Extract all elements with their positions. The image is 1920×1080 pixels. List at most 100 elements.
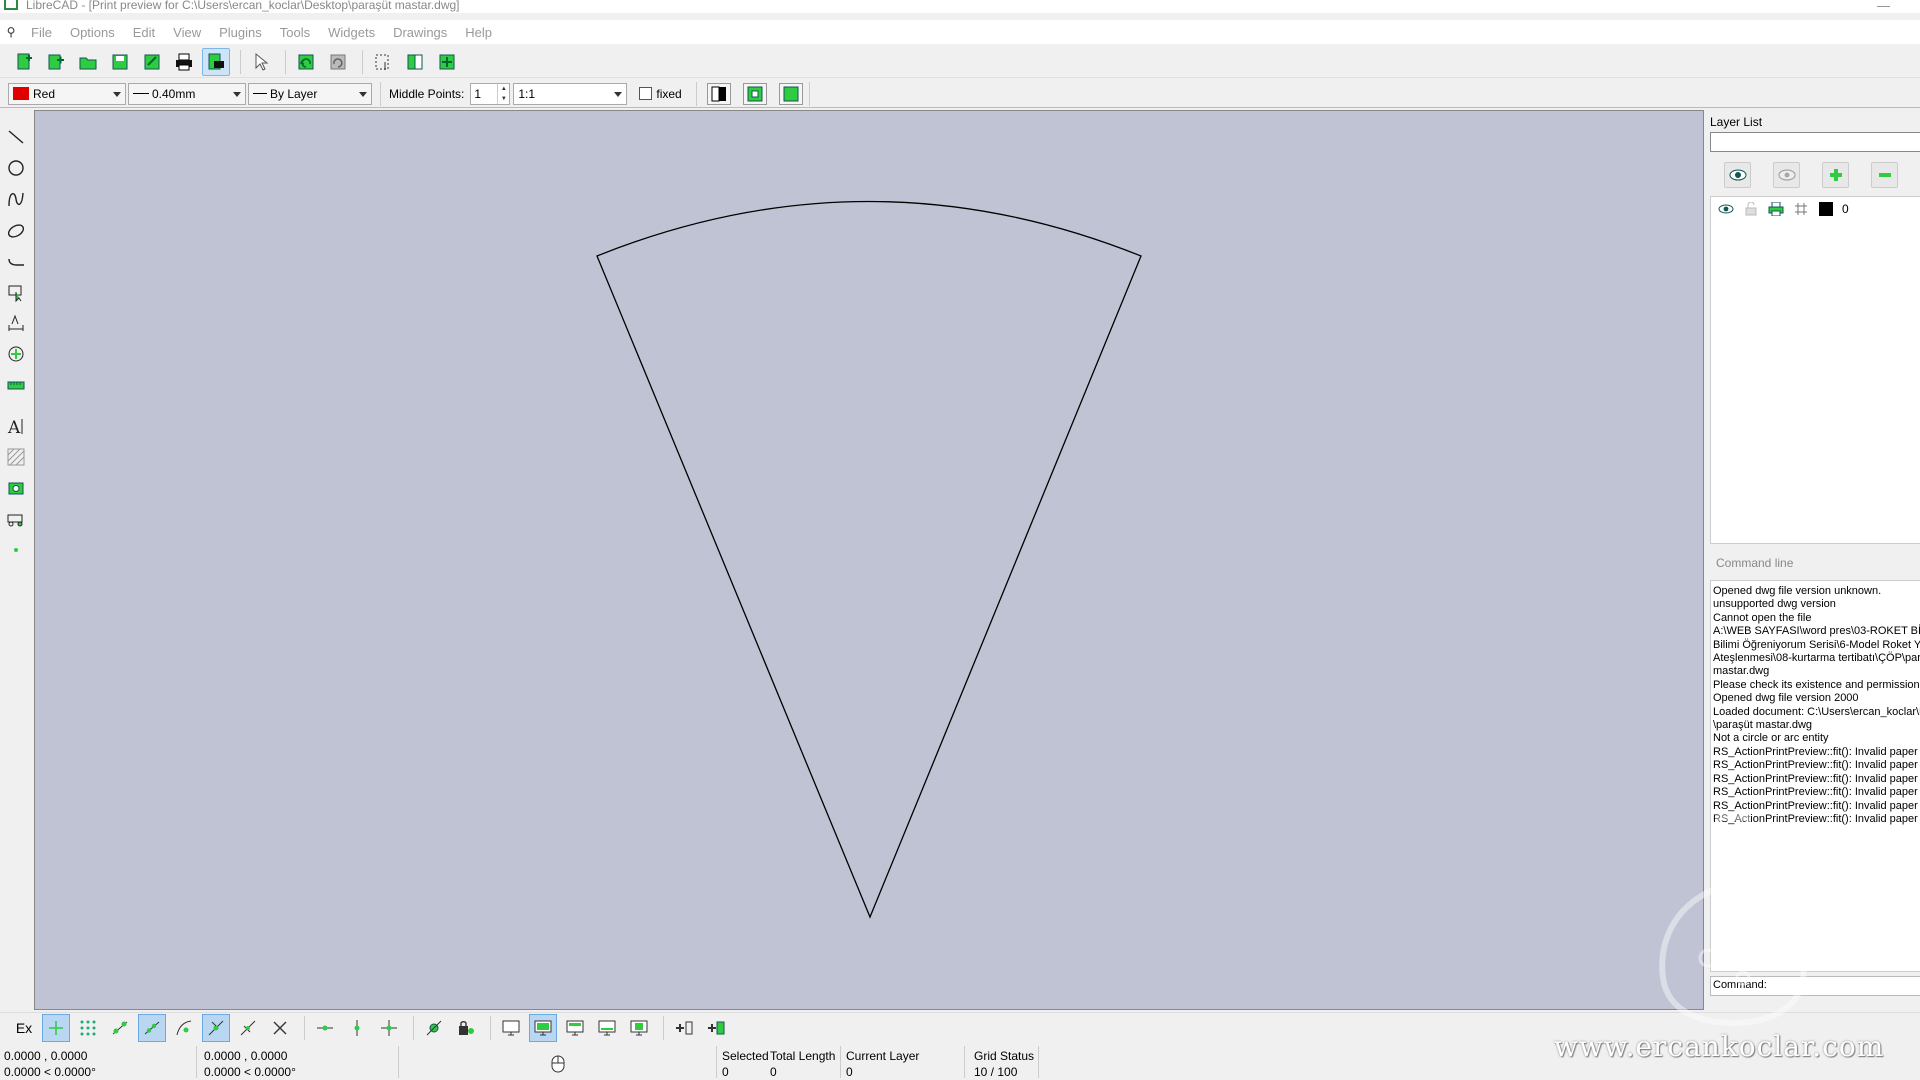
spin-arrows-icon[interactable]: ▲ ▼ — [497, 83, 509, 104]
ellipse-tool-button[interactable] — [3, 217, 29, 243]
print-preview-sys-icon[interactable]: ⚲ — [0, 25, 22, 39]
line-tool-button[interactable] — [3, 124, 29, 150]
print-button[interactable] — [170, 48, 198, 76]
snap-center-button[interactable] — [170, 1014, 198, 1042]
view-fullscreen-button[interactable] — [625, 1014, 653, 1042]
menu-edit[interactable]: Edit — [124, 25, 164, 40]
modify-tool-button[interactable] — [3, 341, 29, 367]
line-width-value: 0.40mm — [152, 86, 196, 101]
select-tool-button[interactable] — [3, 279, 29, 305]
command-history-line: Opened dwg file version 2000 — [1713, 692, 1859, 705]
drawing-canvas[interactable] — [34, 110, 1704, 1010]
pointer-arrow-icon — [255, 52, 269, 71]
exclusive-snap-button[interactable]: Ex — [10, 1014, 38, 1042]
layer-construction-toggle[interactable] — [1792, 201, 1810, 217]
menu-help[interactable]: Help — [456, 25, 501, 40]
menu-view[interactable]: View — [164, 25, 210, 40]
view-draft-button[interactable] — [497, 1014, 525, 1042]
fixed-checkbox[interactable] — [639, 87, 653, 100]
layer-row[interactable]: 0 — [1711, 197, 1920, 221]
polyline-tool-button[interactable] — [3, 248, 29, 274]
view-grid-button[interactable] — [561, 1014, 589, 1042]
layer-color-swatch[interactable] — [1817, 201, 1835, 217]
snap-distance-button[interactable] — [234, 1014, 262, 1042]
menu-tools[interactable]: Tools — [271, 25, 319, 40]
view-statusbar-button[interactable] — [593, 1014, 621, 1042]
restrict-vertical-button[interactable] — [343, 1014, 371, 1042]
curve-tool-button[interactable] — [3, 186, 29, 212]
center-page-button[interactable] — [742, 82, 767, 105]
print-preview-icon — [208, 53, 224, 69]
layer-lock-toggle[interactable] — [1742, 201, 1760, 217]
line-icon — [8, 130, 24, 144]
snap-grid-button[interactable] — [74, 1014, 102, 1042]
plus-icon — [1829, 169, 1842, 181]
hide-all-layers-button[interactable] — [1773, 162, 1800, 188]
minimize-button[interactable]: — — [1877, 0, 1890, 12]
lock-relative-zero-button[interactable] — [452, 1014, 480, 1042]
absolute-coordinate-value: 0.0000 , 0.0000 — [4, 1049, 88, 1063]
mouse-icon — [550, 1054, 566, 1078]
view-antialias-button[interactable] — [529, 1013, 557, 1042]
command-history-line: Bilimi Öğreniyorum Serisi\6-Model Roket … — [1713, 638, 1920, 651]
measure-tool-button[interactable] — [3, 372, 29, 398]
command-history-line: RS_ActionPrintPreview::fit(): Invalid pa… — [1713, 759, 1918, 772]
new-from-template-button[interactable] — [42, 48, 70, 76]
snap-free-button[interactable] — [42, 1013, 70, 1042]
remove-layer-button[interactable] — [1871, 162, 1898, 188]
color-select[interactable]: Red — [8, 82, 126, 105]
two-page-view-button[interactable] — [401, 48, 429, 76]
middle-points-spinbox[interactable]: 1 ▲ ▼ — [470, 82, 511, 105]
point-tool-button[interactable] — [3, 537, 29, 563]
block-tool-button[interactable] — [3, 506, 29, 532]
color-swatch — [13, 87, 29, 100]
image-tool-button[interactable] — [3, 475, 29, 501]
snap-endpoint-button[interactable] — [106, 1014, 134, 1042]
layer-print-toggle[interactable] — [1767, 201, 1785, 217]
circle-tool-button[interactable] — [3, 155, 29, 181]
open-button[interactable] — [74, 48, 102, 76]
add-toolbar-button[interactable] — [670, 1014, 698, 1042]
text-tool-button[interactable]: A — [3, 413, 29, 439]
relative-zero-button[interactable] — [420, 1014, 448, 1042]
eye-icon — [1718, 204, 1734, 214]
menu-options[interactable]: Options — [61, 25, 124, 40]
hatch-tool-button[interactable] — [3, 444, 29, 470]
line-width-select[interactable]: 0.40mm — [128, 82, 246, 105]
menu-drawings[interactable]: Drawings — [384, 25, 456, 40]
snap-middle-button[interactable] — [202, 1013, 230, 1042]
fit-to-page-button[interactable] — [778, 82, 803, 105]
menu-file[interactable]: File — [22, 25, 61, 40]
line-type-select[interactable]: By Layer — [248, 82, 372, 105]
intersection-icon — [273, 1021, 287, 1034]
undo-button[interactable] — [292, 48, 320, 76]
command-history-line: Opened dwg file version unknown. — [1713, 585, 1882, 597]
select-window-button[interactable] — [369, 48, 397, 76]
toolbar-separator — [490, 1015, 491, 1040]
snap-intersection-button[interactable] — [266, 1014, 294, 1042]
add-page-button[interactable] — [433, 48, 461, 76]
redo-button[interactable] — [324, 48, 352, 76]
layer-color-icon — [1819, 202, 1833, 216]
menu-plugins[interactable]: Plugins — [210, 25, 271, 40]
print-preview-button[interactable] — [202, 47, 230, 76]
layer-visible-toggle[interactable] — [1717, 201, 1735, 217]
add-block-button[interactable] — [702, 1014, 730, 1042]
show-all-layers-button[interactable] — [1724, 162, 1751, 188]
menu-widgets[interactable]: Widgets — [319, 25, 384, 40]
select-pointer-button[interactable] — [247, 48, 275, 76]
restrict-orthogonal-button[interactable] — [375, 1014, 403, 1042]
snap-on-entity-button[interactable] — [138, 1013, 166, 1042]
command-history-line: Please check its existence and permissio… — [1713, 678, 1920, 691]
black-white-button[interactable] — [706, 82, 731, 105]
sector-shape[interactable] — [596, 200, 1142, 919]
scale-select[interactable]: 1:1 — [513, 82, 628, 105]
save-as-button[interactable] — [138, 48, 166, 76]
layer-filter-input[interactable] — [1710, 132, 1920, 152]
restrict-horizontal-button[interactable] — [311, 1014, 339, 1042]
add-layer-button[interactable] — [1822, 162, 1849, 188]
dimension-tool-button[interactable] — [3, 310, 29, 336]
text-icon: A — [7, 418, 23, 436]
save-button[interactable] — [106, 48, 134, 76]
new-button[interactable] — [10, 48, 38, 76]
